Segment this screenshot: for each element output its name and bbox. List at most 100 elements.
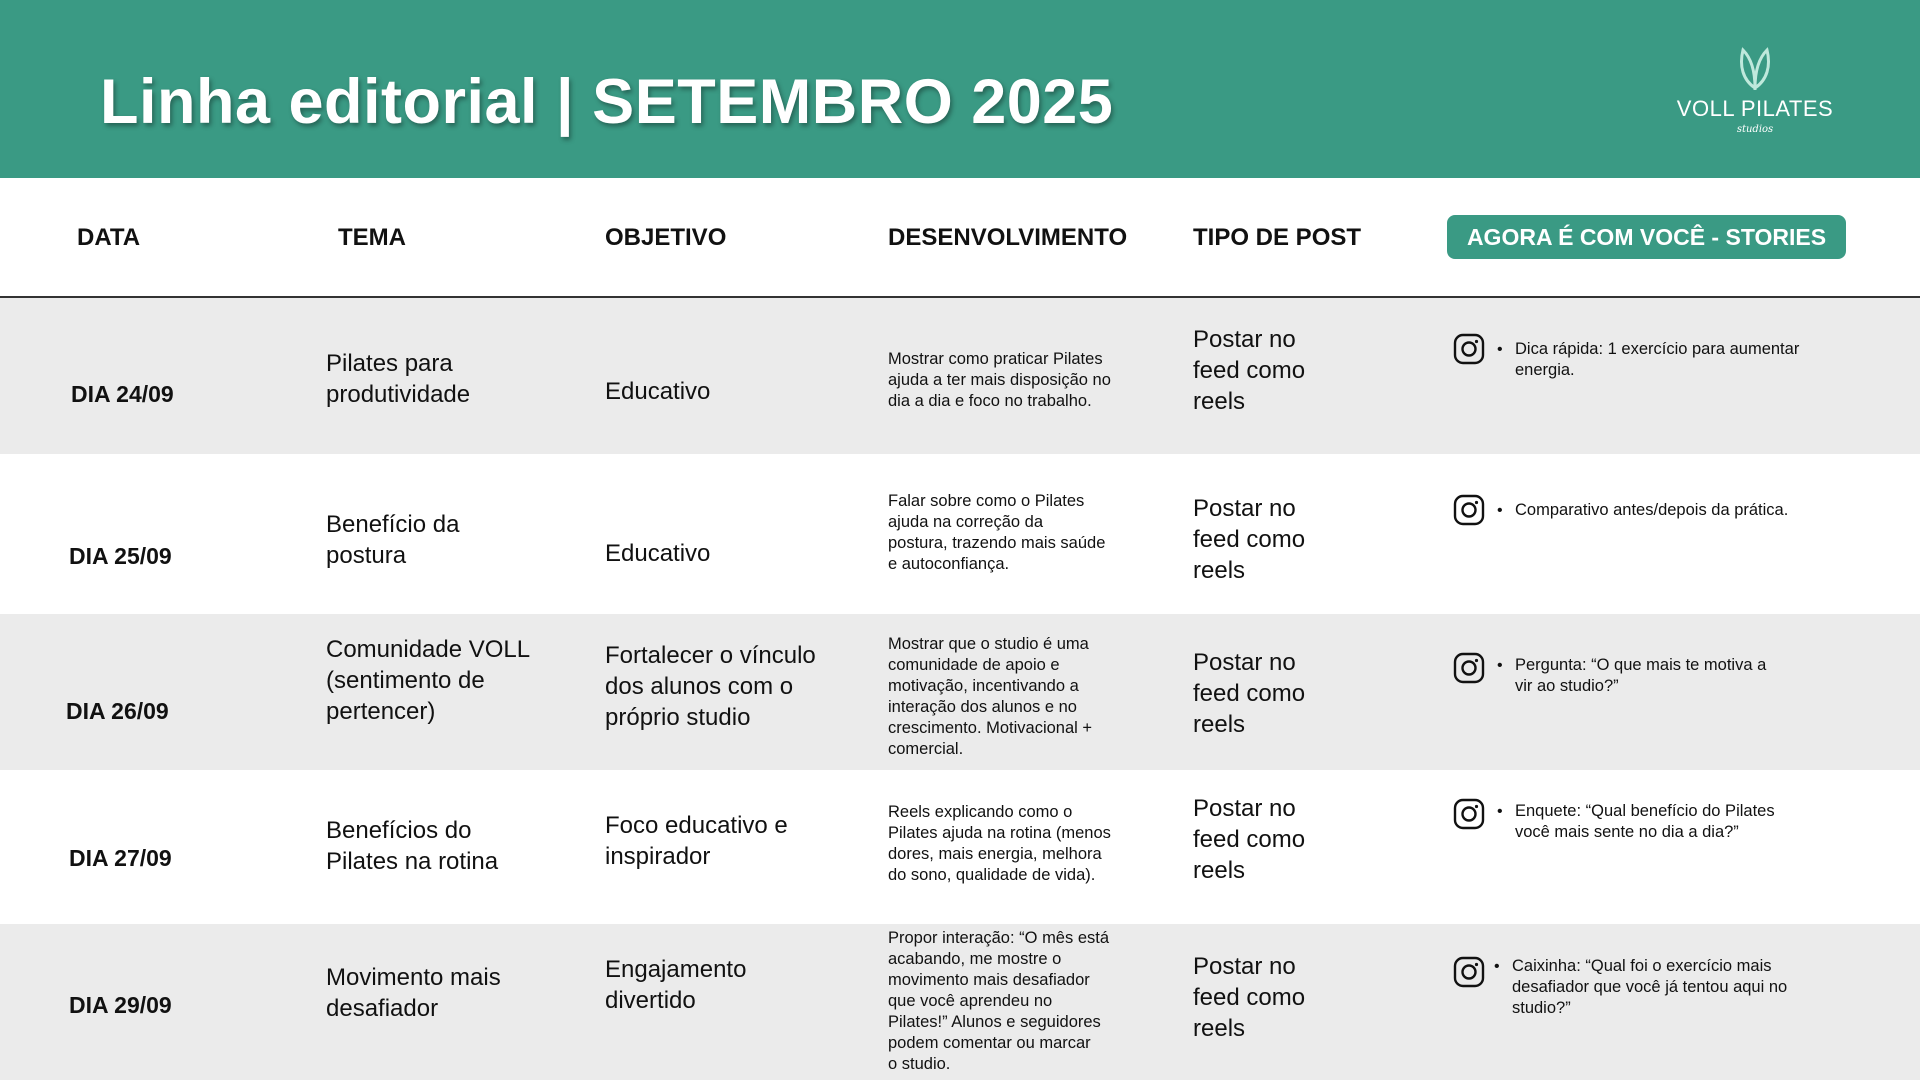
- row-story-line: Caixinha: “Qual foi o exercício mais: [1512, 957, 1772, 975]
- row-tipo-line: Postar no: [1193, 326, 1296, 353]
- bullet-icon: •: [1497, 803, 1503, 820]
- row-date: DIA 29/09: [69, 992, 172, 1018]
- row-objetivo-line: Fortalecer o vínculo: [605, 642, 816, 669]
- row-tipo-line: feed como: [1193, 826, 1306, 853]
- row-story-text: Pergunta: “O que mais te motiva a vir ao …: [1515, 655, 1766, 697]
- row-story: • Caixinha: “Qual foi o exercício mais des…: [1494, 956, 1787, 1019]
- row-date: DIA 27/09: [69, 845, 172, 871]
- row-objetivo-line: próprio studio: [605, 704, 751, 731]
- row-objetivo: Foco educativo e inspirador: [605, 810, 865, 872]
- row-tema-line: Benefícios do: [326, 817, 472, 844]
- instagram-icon: [1453, 652, 1485, 684]
- row-story-line: vir ao studio?”: [1515, 677, 1619, 695]
- row-objetivo-line: Educativo: [605, 540, 711, 567]
- row-story-line: energia.: [1515, 361, 1575, 379]
- row-story: • Comparativo antes/depois da prática.: [1497, 500, 1788, 521]
- row-tipo: Postar no feed como reels: [1193, 951, 1413, 1044]
- col-header-desenvolvimento: DESENVOLVIMENTO: [888, 224, 1128, 251]
- leaf-logo-icon: [1740, 47, 1770, 90]
- row-tipo-line: Postar no: [1193, 795, 1296, 822]
- row-date: DIA 24/09: [71, 381, 174, 407]
- row-desenvolvimento-line: Mostrar como praticar Pilates: [888, 350, 1103, 368]
- row-desenvolvimento-line: Pilates!” Alunos e seguidores: [888, 1013, 1101, 1031]
- row-objetivo: Fortalecer o vínculo dos alunos com o próp…: [605, 640, 865, 733]
- row-objetivo-line: divertido: [605, 987, 696, 1014]
- row-tema-line: Pilates na rotina: [326, 848, 499, 875]
- row-story-line: Enquete: “Qual benefício do Pilates: [1515, 802, 1775, 820]
- row-desenvolvimento: Reels explicando como o Pilates ajuda na …: [888, 802, 1178, 886]
- row-desenvolvimento-line: ajuda a ter mais disposição no: [888, 371, 1111, 389]
- row-tema-line: Movimento mais: [326, 964, 501, 991]
- row-tipo: Postar no feed como reels: [1193, 793, 1413, 886]
- row-story: • Enquete: “Qual benefício do Pilates você…: [1497, 801, 1775, 843]
- row-desenvolvimento-line: Reels explicando como o: [888, 803, 1073, 821]
- instagram-icon: [1453, 956, 1485, 988]
- row-tema-line: Comunidade VOLL: [326, 636, 531, 663]
- row-tipo-line: reels: [1193, 1015, 1246, 1042]
- table-row: DIA 25/09 Benefício da postura Educativo Fal…: [0, 454, 1920, 614]
- row-desenvolvimento-line: acabando, me mostre o: [888, 950, 1062, 968]
- instagram-icon: [1453, 494, 1485, 526]
- row-tipo: Postar no feed como reels: [1193, 324, 1413, 417]
- row-story-line: Comparativo antes/depois da prática.: [1515, 501, 1789, 519]
- row-tema: Benefícios do Pilates na rotina: [326, 815, 586, 877]
- row-tema-line: Benefício da: [326, 511, 460, 538]
- row-desenvolvimento: Falar sobre como o Pilates ajuda na corre…: [888, 491, 1178, 575]
- row-desenvolvimento-line: interação dos alunos e no: [888, 698, 1077, 716]
- row-story-line: desafiador que você já tentou aqui no: [1512, 978, 1788, 996]
- row-story-line: você mais sente no dia a dia?”: [1515, 823, 1739, 841]
- col-header-stories: AGORA É COM VOCÊ - STORIES: [1447, 215, 1846, 259]
- row-story-text: Caixinha: “Qual foi o exercício mais desa…: [1512, 956, 1787, 1019]
- col-header-objetivo: OBJETIVO: [605, 224, 727, 251]
- row-tema: Benefício da postura: [326, 509, 586, 571]
- row-objetivo-line: Educativo: [605, 378, 711, 405]
- row-desenvolvimento-line: e autoconfiança.: [888, 555, 1010, 573]
- col-header-data: DATA: [77, 224, 141, 251]
- row-desenvolvimento-line: podem comentar ou marcar: [888, 1034, 1091, 1052]
- table-row: DIA 29/09 Movimento mais desafiador Engajam…: [0, 924, 1920, 1080]
- row-objetivo-line: dos alunos com o: [605, 673, 794, 700]
- row-desenvolvimento-line: que você aprendeu no: [888, 992, 1053, 1010]
- row-tipo-line: feed como: [1193, 357, 1306, 384]
- row-desenvolvimento-line: comunidade de apoio e: [888, 656, 1060, 674]
- instagram-icon: [1453, 333, 1485, 365]
- row-tema-line: (sentimento de: [326, 667, 485, 694]
- row-tipo-line: reels: [1193, 711, 1246, 738]
- row-tema: Movimento mais desafiador: [326, 962, 586, 1024]
- row-desenvolvimento-line: dia a dia e foco no trabalho.: [888, 392, 1092, 410]
- row-desenvolvimento-line: Falar sobre como o Pilates: [888, 492, 1085, 510]
- col-header-tipo: TIPO DE POST: [1193, 224, 1362, 251]
- logo-text: VOLL PILATES: [1676, 96, 1834, 121]
- row-story-text: Comparativo antes/depois da prática.: [1515, 500, 1788, 521]
- row-tema: Comunidade VOLL (sentimento de pertencer): [326, 634, 586, 727]
- row-tipo-line: reels: [1193, 388, 1246, 415]
- row-desenvolvimento: Propor interação: “O mês está acabando, m…: [888, 928, 1178, 1075]
- row-desenvolvimento-line: ajuda na correção da: [888, 513, 1044, 531]
- row-story-line: studio?”: [1512, 999, 1571, 1017]
- row-desenvolvimento-line: Mostrar que o studio é uma: [888, 635, 1089, 653]
- row-tipo-line: reels: [1193, 857, 1246, 884]
- row-desenvolvimento-line: postura, trazendo mais saúde: [888, 534, 1106, 552]
- bullet-icon: •: [1497, 341, 1503, 358]
- row-story-text: Dica rápida: 1 exercício para aumentar en…: [1515, 339, 1799, 381]
- table-row: DIA 27/09 Benefícios do Pilates na rotina F…: [0, 770, 1920, 924]
- row-tema-line: produtividade: [326, 381, 471, 408]
- row-tema: Pilates para produtividade: [326, 348, 586, 410]
- row-tipo-line: feed como: [1193, 526, 1306, 553]
- bullet-icon: •: [1497, 502, 1503, 519]
- row-story-text: Enquete: “Qual benefício do Pilates você …: [1515, 801, 1775, 843]
- row-tipo: Postar no feed como reels: [1193, 493, 1413, 586]
- table-row: DIA 26/09 Comunidade VOLL (sentimento de pe…: [0, 614, 1920, 770]
- row-objetivo-line: Engajamento: [605, 956, 747, 983]
- row-story-line: Pergunta: “O que mais te motiva a: [1515, 656, 1767, 674]
- row-tema-line: Pilates para: [326, 350, 453, 377]
- row-date: DIA 25/09: [69, 543, 172, 569]
- row-objetivo-line: Foco educativo e: [605, 812, 788, 839]
- row-date: DIA 26/09: [66, 698, 169, 724]
- table-row: DIA 24/09 Pilates para produtividade Educat…: [0, 298, 1920, 454]
- bullet-icon: •: [1497, 657, 1503, 674]
- instagram-icon: [1453, 798, 1485, 830]
- row-tipo-line: feed como: [1193, 680, 1306, 707]
- row-tipo: Postar no feed como reels: [1193, 647, 1413, 740]
- bullet-icon: •: [1494, 958, 1500, 975]
